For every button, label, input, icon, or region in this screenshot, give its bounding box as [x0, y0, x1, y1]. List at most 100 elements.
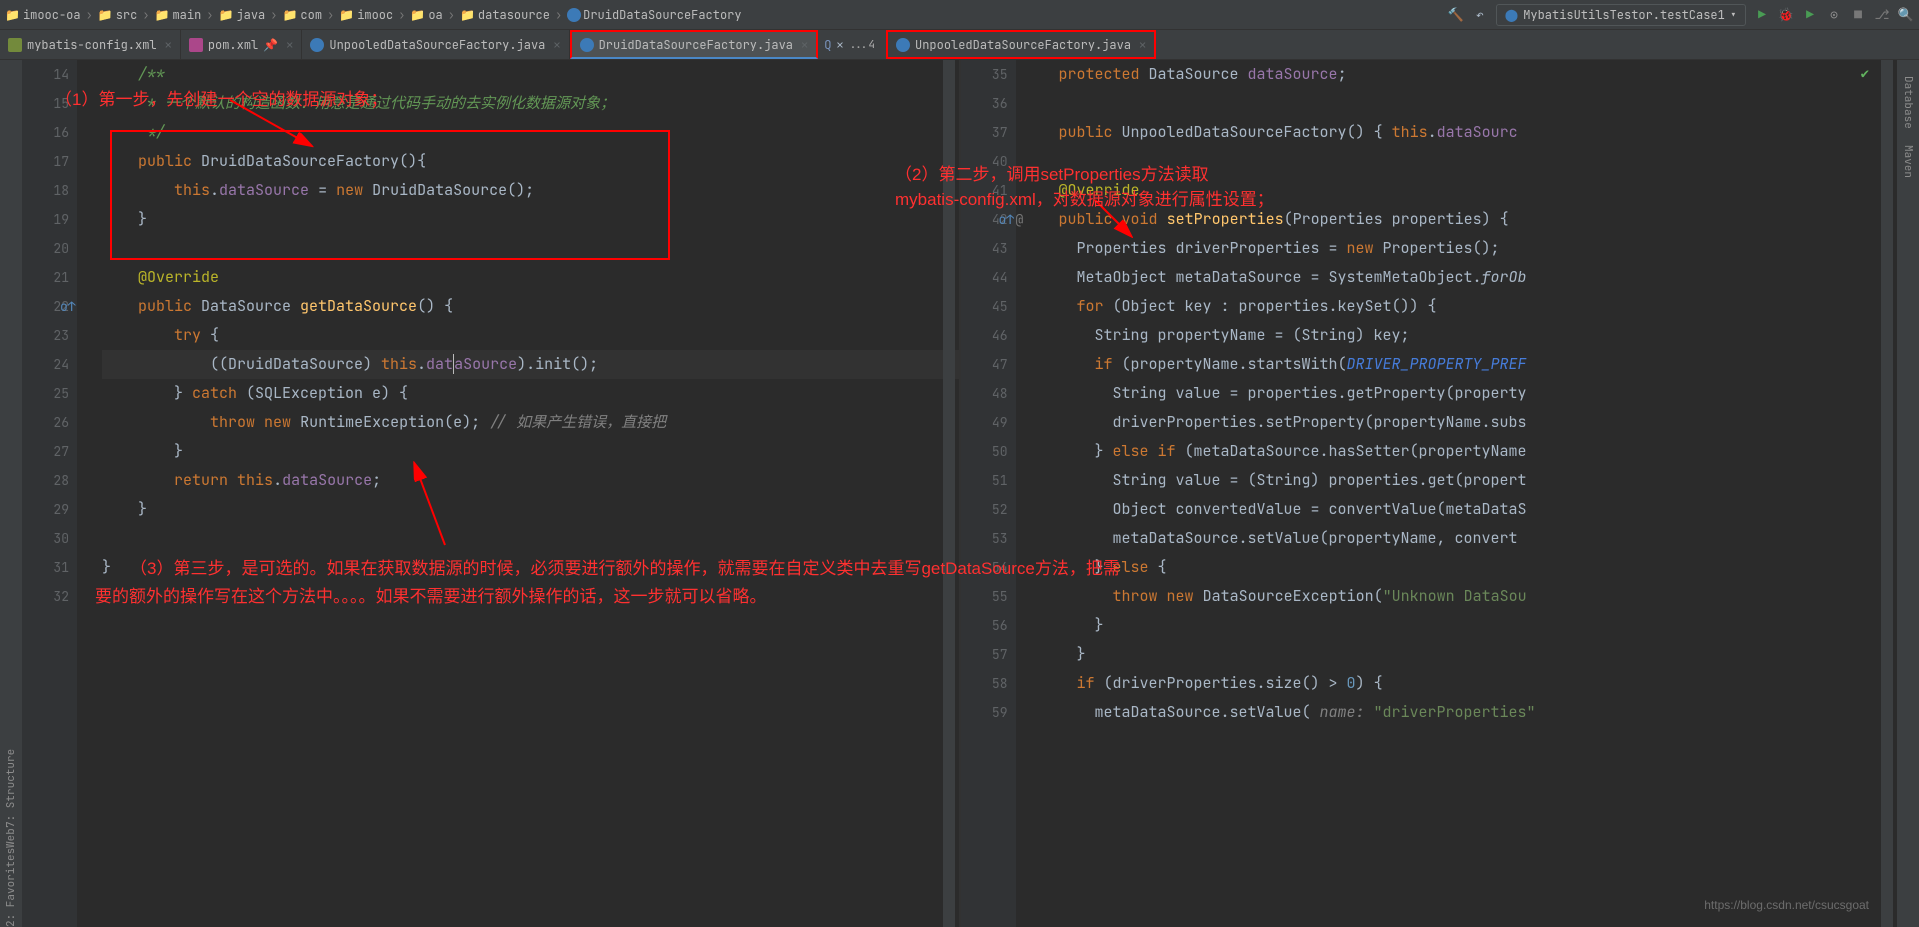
line-number[interactable]: 17: [22, 147, 69, 176]
stop-icon[interactable]: ■: [1850, 7, 1866, 23]
inspection-ok-icon[interactable]: ✔: [1861, 65, 1869, 83]
line-number[interactable]: 32: [22, 582, 69, 611]
line-number[interactable]: 19: [22, 205, 69, 234]
code-line[interactable]: [1041, 89, 1898, 118]
code-line[interactable]: */: [102, 118, 959, 147]
editor-tab[interactable]: mybatis-config.xml✕: [0, 30, 181, 59]
code-line[interactable]: }: [102, 553, 959, 582]
profile-icon[interactable]: ⊙: [1826, 7, 1842, 23]
line-number[interactable]: 58: [961, 669, 1008, 698]
line-number[interactable]: 36: [961, 89, 1008, 118]
code-line[interactable]: }: [102, 205, 959, 234]
line-number[interactable]: 49: [961, 408, 1008, 437]
breadcrumb-item[interactable]: 📁 main: [155, 7, 202, 23]
line-number[interactable]: 14: [22, 60, 69, 89]
editor-tab[interactable]: DruidDataSourceFactory.java✕: [570, 30, 819, 59]
code-line[interactable]: return this.dataSource;: [102, 466, 959, 495]
line-number[interactable]: 27: [22, 437, 69, 466]
line-number[interactable]: 54: [961, 553, 1008, 582]
line-number[interactable]: 24: [22, 350, 69, 379]
line-number[interactable]: 51: [961, 466, 1008, 495]
line-number[interactable]: 20: [22, 234, 69, 263]
line-number[interactable]: 35: [961, 60, 1008, 89]
code-line[interactable]: public UnpooledDataSourceFactory() { thi…: [1041, 118, 1898, 147]
code-line[interactable]: [102, 234, 959, 263]
breadcrumb-class[interactable]: DruidDataSourceFactory: [583, 7, 741, 23]
code-line[interactable]: @Override: [1041, 176, 1898, 205]
code-line[interactable]: * 一个默认的构造函数：用意是通过代码手动的去实例化数据源对象；: [102, 89, 959, 118]
marker-bar[interactable]: [1881, 60, 1893, 927]
web-tool[interactable]: Web: [4, 828, 18, 848]
tab-overflow[interactable]: ...4: [849, 38, 875, 52]
code-line[interactable]: } else if (metaDataSource.hasSetter(prop…: [1041, 437, 1898, 466]
code-line[interactable]: String value = (String) properties.get(p…: [1041, 466, 1898, 495]
code-line[interactable]: Properties driverProperties = new Proper…: [1041, 234, 1898, 263]
line-number[interactable]: 37: [961, 118, 1008, 147]
close-icon[interactable]: ✕: [165, 37, 172, 53]
breadcrumb[interactable]: 📁 imooc-oa› 📁 src› 📁 main› 📁 java› 📁 com…: [5, 7, 742, 23]
code-line[interactable]: ((DruidDataSource) this.dataSource).init…: [102, 350, 959, 379]
search-icon[interactable]: 🔍: [1898, 7, 1914, 23]
debug-icon[interactable]: 🐞: [1778, 7, 1794, 23]
code-line[interactable]: metaDataSource.setValue(propertyName, co…: [1041, 524, 1898, 553]
code-line[interactable]: if (propertyName.startsWith(DRIVER_PROPE…: [1041, 350, 1898, 379]
line-number[interactable]: 50: [961, 437, 1008, 466]
close-icon[interactable]: ✕: [286, 37, 293, 53]
line-number[interactable]: 59: [961, 698, 1008, 727]
line-number[interactable]: 26: [22, 408, 69, 437]
line-number[interactable]: 40: [961, 147, 1008, 176]
close-all-icon[interactable]: ✕: [836, 37, 843, 53]
structure-tool[interactable]: 7: Structure: [4, 749, 18, 828]
code-line[interactable]: } catch (SQLException e) {: [102, 379, 959, 408]
code-line[interactable]: [1041, 147, 1898, 176]
editor-tab[interactable]: UnpooledDataSourceFactory.java✕: [886, 30, 1156, 59]
code-line[interactable]: for (Object key : properties.keySet()) {: [1041, 292, 1898, 321]
run-configuration[interactable]: ⬤ MybatisUtilsTestor.testCase1 ▾: [1496, 4, 1746, 26]
gutter[interactable]: 141516171819202122o↑23242526272829303132: [22, 60, 77, 927]
line-number[interactable]: 31: [22, 553, 69, 582]
breadcrumb-item[interactable]: 📁 imooc: [339, 7, 393, 23]
close-icon[interactable]: ✕: [553, 37, 560, 53]
line-number[interactable]: 41: [961, 176, 1008, 205]
line-number[interactable]: 45: [961, 292, 1008, 321]
line-number[interactable]: 48: [961, 379, 1008, 408]
line-number[interactable]: 30: [22, 524, 69, 553]
code-line[interactable]: [102, 582, 959, 611]
build-icon[interactable]: 🔨: [1448, 7, 1464, 23]
code-line[interactable]: metaDataSource.setValue( name: "driverPr…: [1041, 698, 1898, 727]
code-line[interactable]: }: [1041, 640, 1898, 669]
code-line[interactable]: }: [102, 495, 959, 524]
line-number[interactable]: 29: [22, 495, 69, 524]
line-number[interactable]: 42o↑@: [961, 205, 1008, 234]
code-line[interactable]: /**: [102, 60, 959, 89]
maven-tool[interactable]: Maven: [1899, 137, 1917, 186]
git-icon[interactable]: ⎇: [1874, 7, 1890, 23]
line-number[interactable]: 52: [961, 495, 1008, 524]
breadcrumb-item[interactable]: 📁 oa: [410, 7, 442, 23]
marker-bar[interactable]: [943, 60, 955, 927]
code-line[interactable]: public DataSource getDataSource() {: [102, 292, 959, 321]
code-line[interactable]: public DruidDataSourceFactory(){: [102, 147, 959, 176]
code-line[interactable]: String propertyName = (String) key;: [1041, 321, 1898, 350]
line-number[interactable]: 43: [961, 234, 1008, 263]
code-line[interactable]: protected DataSource dataSource;: [1041, 60, 1898, 89]
line-number[interactable]: 21: [22, 263, 69, 292]
prev-icon[interactable]: ↶: [1472, 7, 1488, 23]
code-line[interactable]: MetaObject metaDataSource = SystemMetaOb…: [1041, 263, 1898, 292]
breadcrumb-item[interactable]: 📁 java: [219, 7, 266, 23]
line-number[interactable]: 22o↑: [22, 292, 69, 321]
code-area[interactable]: protected DataSource dataSource; public …: [1016, 60, 1898, 927]
code-line[interactable]: [102, 524, 959, 553]
code-line[interactable]: }: [102, 437, 959, 466]
tab-search-icon[interactable]: Q: [824, 37, 831, 53]
breadcrumb-item[interactable]: 📁 datasource: [460, 7, 550, 23]
pin-icon[interactable]: 📌: [263, 37, 278, 53]
close-icon[interactable]: ✕: [1139, 37, 1146, 53]
line-number[interactable]: 28: [22, 466, 69, 495]
code-line[interactable]: } else {: [1041, 553, 1898, 582]
code-line[interactable]: try {: [102, 321, 959, 350]
close-icon[interactable]: ✕: [801, 37, 808, 53]
favorites-tool[interactable]: 2: Favorites: [4, 848, 18, 927]
coverage-icon[interactable]: ▶: [1802, 7, 1818, 23]
database-tool[interactable]: Database: [1899, 68, 1917, 137]
